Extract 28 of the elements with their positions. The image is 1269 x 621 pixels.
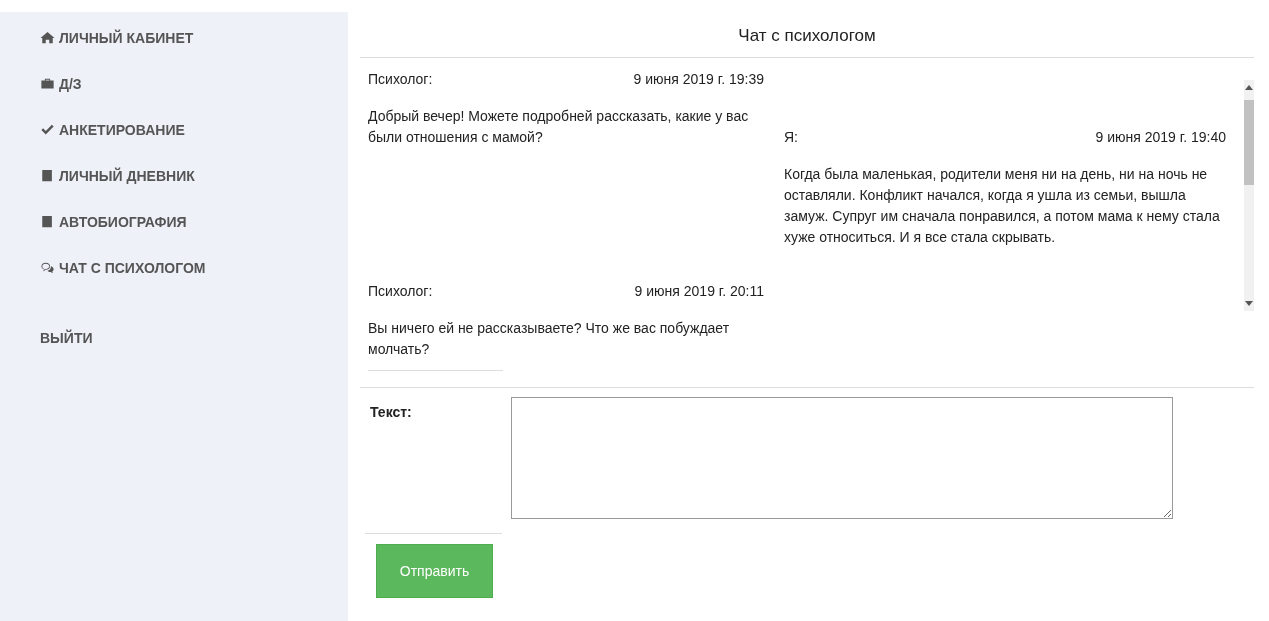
message-time: 9 июня 2019 г. 20:11 xyxy=(634,281,764,301)
message-author: Я: xyxy=(784,127,798,147)
sidebar-item[interactable]: ЛИЧНЫЙ ДНЕВНИК xyxy=(40,164,348,188)
sidebar-item[interactable]: ЧАТ С ПСИХОЛОГОМ xyxy=(40,256,348,280)
sidebar-item[interactable]: АНКЕТИРОВАНИЕ xyxy=(40,118,348,142)
book-icon xyxy=(40,215,55,229)
message-field[interactable] xyxy=(511,397,1173,519)
briefcase-icon xyxy=(40,77,55,91)
sidebar-item[interactable]: ЛИЧНЫЙ КАБИНЕТ xyxy=(40,26,348,50)
check-icon xyxy=(40,123,55,137)
book-icon xyxy=(40,169,55,183)
chat-icon xyxy=(40,261,55,275)
sidebar-item[interactable]: Д/З xyxy=(40,72,348,96)
scrollbar[interactable] xyxy=(1244,80,1254,311)
message-text: Вы ничего ей не рассказываете? Что же вас побуждает молчать? xyxy=(368,319,731,359)
sidebar-item[interactable]: АВТОБИОГРАФИЯ xyxy=(40,210,348,234)
scroll-down-arrow[interactable] xyxy=(1245,301,1253,306)
message-time: 9 июня 2019 г. 19:39 xyxy=(633,69,764,89)
scroll-up-arrow[interactable] xyxy=(1245,85,1253,90)
sidebar-item[interactable]: ВЫЙТИ xyxy=(40,326,348,350)
message-text: Когда была маленькая, родители меня ни на день, ни на ночь не оставляли. Конфликт начался, когда я ушла из семьи, вышла замуж. Супруг им сначала понравился, а потом мама к нему стала хуже относиться. И я все стала скрывать. xyxy=(784,165,1221,247)
home-icon xyxy=(40,31,55,45)
message-author: Психолог: xyxy=(368,69,433,89)
message-author: Психолог: xyxy=(368,281,433,301)
message-text: Добрый вечер! Можете подробней рассказать, какие у вас были отношения с мамой? xyxy=(368,107,750,147)
text-label: Текст: xyxy=(369,403,413,422)
message-time: 9 июня 2019 г. 19:40 xyxy=(1095,127,1226,147)
chat-title: Чат с психологом xyxy=(360,0,1254,58)
